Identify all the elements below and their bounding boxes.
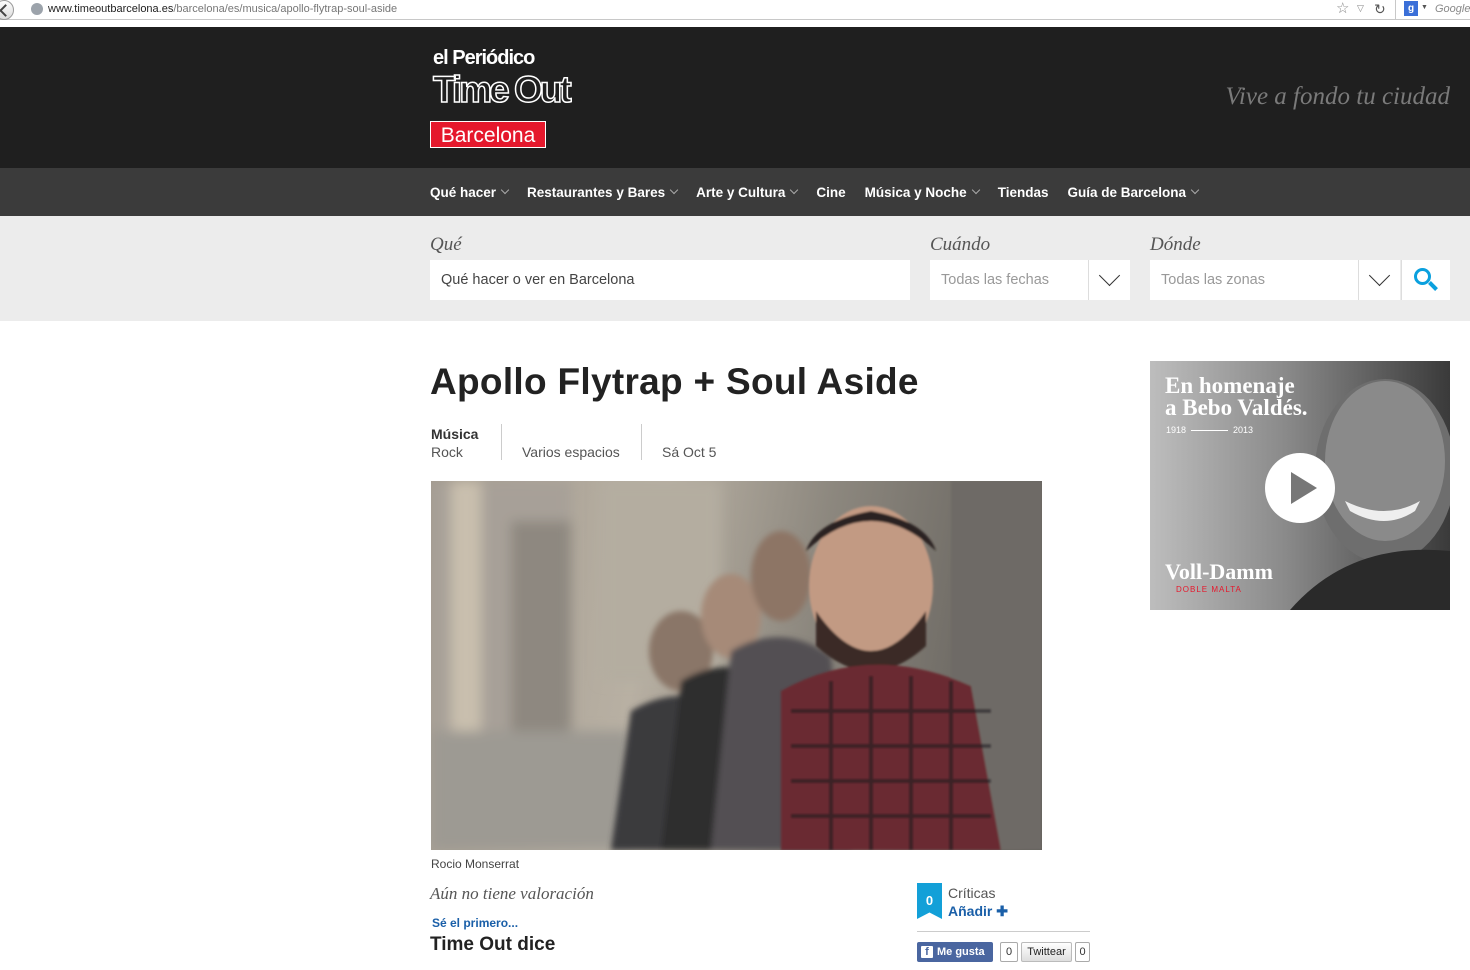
advertisement-banner[interactable]: En homenaje a Bebo Valdés. 1918 2013 Voll… xyxy=(1150,361,1450,610)
nav-item-label: Guía de Barcelona xyxy=(1067,184,1187,200)
event-photo[interactable] xyxy=(431,481,1042,850)
logo-barcelona-text: Barcelona xyxy=(430,121,546,148)
nav-item-qué-hacer[interactable]: Qué hacer xyxy=(430,184,510,200)
bookmark-star-icon[interactable]: ☆ xyxy=(1336,0,1349,18)
facebook-like-button[interactable]: f Me gusta xyxy=(917,942,993,962)
what-search-input[interactable]: Qué hacer o ver en Barcelona xyxy=(430,260,910,300)
when-label: Cuándo xyxy=(930,234,991,255)
event-date: Sá Oct 5 xyxy=(662,444,717,460)
timeout-logo[interactable]: el Periódico Time Out Barcelona xyxy=(430,47,572,153)
engine-dropdown-icon[interactable]: ▼ xyxy=(1421,4,1428,11)
url-domain: www.timeoutbarcelona.es xyxy=(48,3,174,15)
nav-item-guía-de-barcelona[interactable]: Guía de Barcelona xyxy=(1067,184,1200,200)
band-photo-illustration xyxy=(431,481,1042,850)
where-select[interactable]: Todas las zonas xyxy=(1150,260,1358,300)
dropdown-arrow-icon[interactable]: ▽ xyxy=(1357,3,1364,14)
nav-item-label: Restaurantes y Bares xyxy=(527,184,666,200)
add-review-link[interactable]: Añadir ✚ xyxy=(948,903,1008,920)
event-venue[interactable]: Varios espacios xyxy=(522,444,620,460)
timeout-says-heading: Time Out dice xyxy=(430,934,556,955)
nav-item-label: Música y Noche xyxy=(864,184,967,200)
nav-item-restaurantes-y-bares[interactable]: Restaurantes y Bares xyxy=(527,184,679,200)
ad-years: 1918 2013 xyxy=(1166,425,1253,435)
back-arrow-icon[interactable] xyxy=(0,0,14,20)
chevron-down-icon xyxy=(1190,185,1200,195)
ad-brand-sub: DOBLE MALTA xyxy=(1176,585,1242,594)
event-category[interactable]: Música xyxy=(431,426,478,442)
browser-search-input[interactable]: Google xyxy=(1435,3,1470,15)
site-tagline: Vive a fondo tu ciudad xyxy=(1225,83,1451,110)
google-search-engine-icon[interactable]: g xyxy=(1404,1,1418,16)
rating-text: Aún no tiene valoración xyxy=(430,884,594,903)
nav-item-música-y-noche[interactable]: Música y Noche xyxy=(864,184,980,200)
where-chevron-down-icon[interactable] xyxy=(1358,260,1400,300)
globe-icon xyxy=(31,3,43,15)
meta-divider xyxy=(641,424,642,460)
browser-toolbar: www.timeoutbarcelona.es/barcelona/es/mus… xyxy=(0,0,1470,20)
event-subcategory[interactable]: Rock xyxy=(431,444,463,460)
search-button[interactable] xyxy=(1401,260,1450,300)
nav-item-label: Qué hacer xyxy=(430,184,497,200)
where-label: Dónde xyxy=(1150,234,1201,255)
nav-item-label: Arte y Cultura xyxy=(696,184,786,200)
nav-item-cine[interactable]: Cine xyxy=(816,185,845,200)
chevron-down-icon xyxy=(971,185,980,195)
when-select[interactable]: Todas las fechas xyxy=(930,260,1088,300)
ad-year-start: 1918 xyxy=(1166,425,1187,435)
nav-item-label: Cine xyxy=(816,184,846,200)
fb-like-count: 0 xyxy=(1000,942,1018,962)
fb-like-label: Me gusta xyxy=(937,946,985,958)
chevron-down-icon xyxy=(669,185,679,195)
toolbar-divider xyxy=(1395,0,1396,20)
nav-item-label: Tiendas xyxy=(997,184,1049,200)
when-chevron-down-icon[interactable] xyxy=(1088,260,1130,300)
photo-credit: Rocio Monserrat xyxy=(431,857,520,871)
nav-item-tiendas[interactable]: Tiendas xyxy=(998,185,1049,200)
event-title: Apollo Flytrap + Soul Aside xyxy=(430,361,919,402)
ad-brand: Voll-Damm xyxy=(1165,559,1273,584)
address-bar[interactable]: www.timeoutbarcelona.es/barcelona/es/mus… xyxy=(48,3,397,15)
reviews-divider xyxy=(917,931,1090,932)
chevron-down-icon xyxy=(500,185,510,195)
facebook-icon: f xyxy=(921,946,933,958)
logo-periodico-text: el Periódico xyxy=(433,47,535,69)
main-nav: Qué hacer Restaurantes y Bares Arte y Cult… xyxy=(0,168,1470,216)
tweet-count: 0 xyxy=(1075,942,1090,962)
chevron-down-icon xyxy=(790,185,799,195)
reviews-label: Críticas xyxy=(948,885,996,901)
ad-headline-1: En homenaje xyxy=(1165,373,1295,398)
ad-headline-2: a Bebo Valdés. xyxy=(1165,395,1308,420)
meta-divider xyxy=(501,424,502,460)
tweet-button[interactable]: Twittear xyxy=(1021,942,1072,962)
reload-icon[interactable]: ↻ xyxy=(1374,0,1386,18)
what-label: Qué xyxy=(430,234,462,255)
play-icon[interactable] xyxy=(1265,453,1335,523)
logo-timeout-text: Time Out xyxy=(432,69,572,111)
site-header: el Periódico Time Out Barcelona Vive a f… xyxy=(0,27,1470,168)
be-first-link[interactable]: Sé el primero... xyxy=(432,916,518,930)
search-icon-handle xyxy=(1428,281,1438,291)
nav-item-arte-y-cultura[interactable]: Arte y Cultura xyxy=(696,184,799,200)
nav-items: Qué hacer Restaurantes y Bares Arte y Cult… xyxy=(430,168,1217,216)
reviews-count-badge: 0 xyxy=(917,883,942,919)
search-panel: Qué Qué hacer o ver en Barcelona Cuándo … xyxy=(0,216,1470,321)
ad-year-dash xyxy=(1191,430,1229,432)
url-path: /barcelona/es/musica/apollo-flytrap-soul… xyxy=(173,3,398,15)
ad-year-end: 2013 xyxy=(1233,425,1254,435)
